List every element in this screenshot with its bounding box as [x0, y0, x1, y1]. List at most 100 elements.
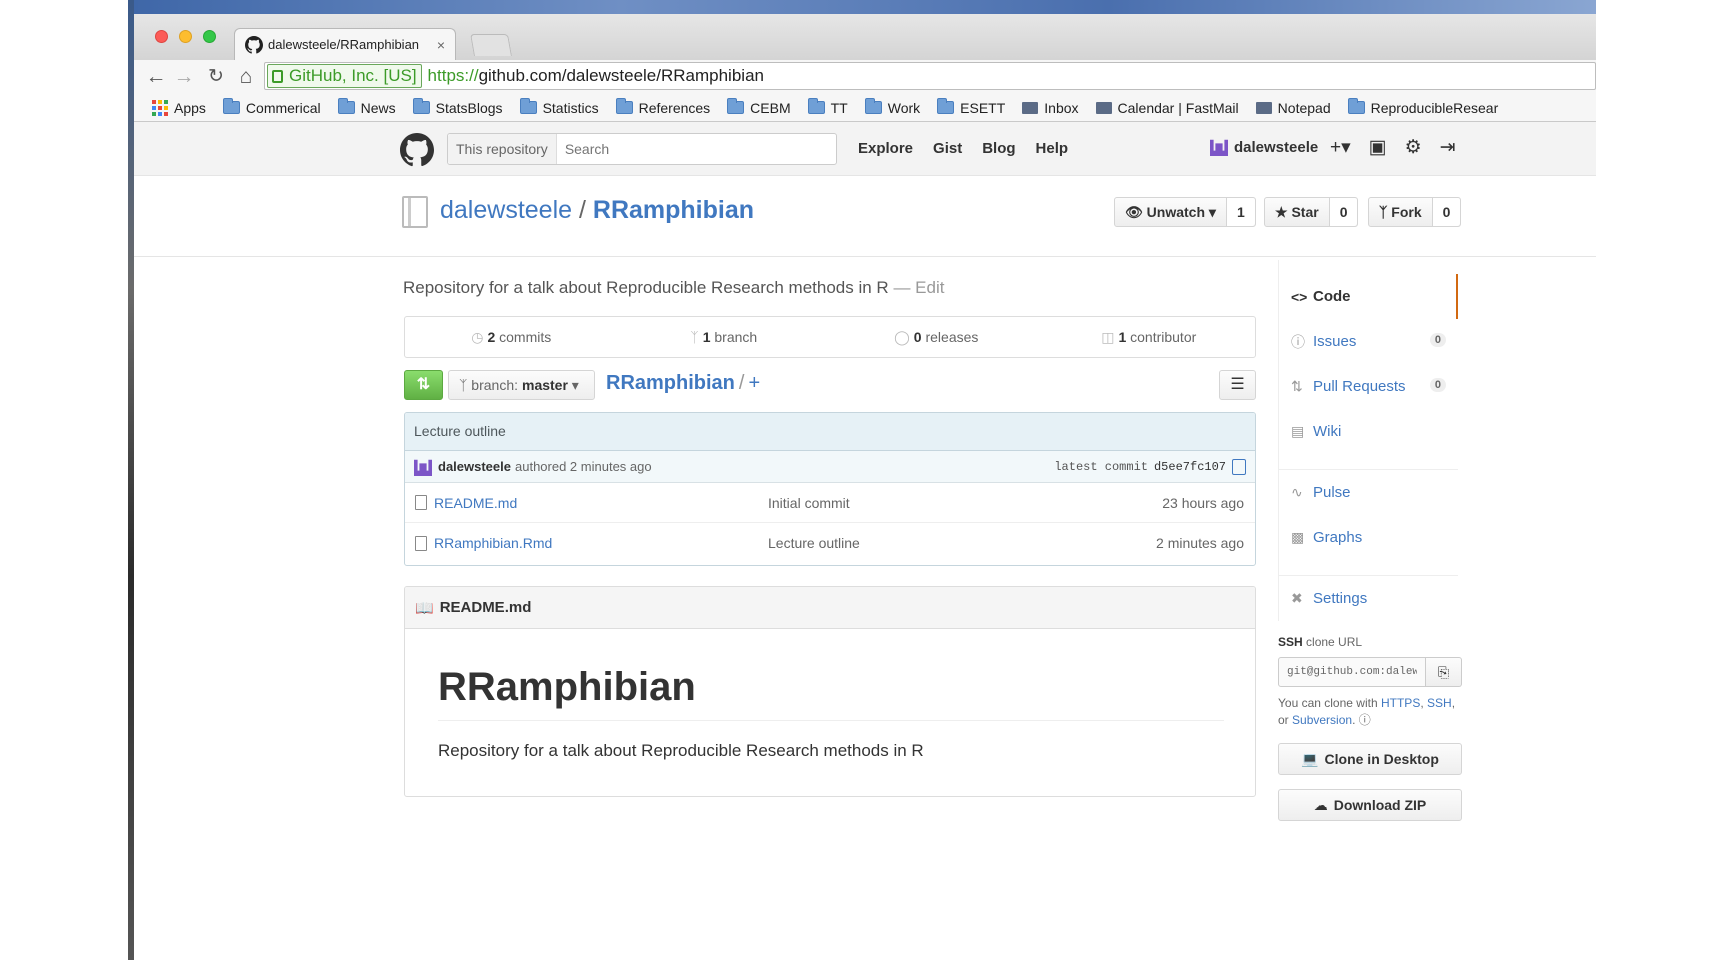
- clone-url-box: SSH clone URL ⎘ You can clone with HTTPS…: [1278, 635, 1462, 821]
- user-profile-link[interactable]: dalewsteele: [1210, 138, 1318, 156]
- window-maximize-button[interactable]: [203, 30, 216, 43]
- edit-description-link[interactable]: — Edit: [893, 278, 944, 297]
- bookmark-label: ReproducibleResear: [1370, 99, 1499, 116]
- browser-tab[interactable]: dalewsteele/RRamphibian ×: [234, 28, 456, 60]
- bookmark-esett[interactable]: ESETT: [937, 98, 1006, 116]
- bookmark-label: ESETT: [960, 99, 1006, 116]
- releases-link[interactable]: ◯ 0 releases: [830, 329, 1043, 346]
- back-arrow-icon[interactable]: ←: [144, 65, 168, 89]
- bookmark-statsblogs[interactable]: StatsBlogs: [412, 98, 503, 116]
- commit-meta: dalewsteele authored 2 minutes ago lates…: [405, 451, 1255, 483]
- clipboard-icon[interactable]: [1232, 458, 1246, 475]
- branch-select-menu[interactable]: ᛉ branch: master ▾: [448, 370, 595, 400]
- copy-to-clipboard-button[interactable]: ⎘: [1426, 657, 1462, 687]
- author-avatar[interactable]: [414, 458, 432, 476]
- star-button[interactable]: ★ Star 0: [1264, 197, 1359, 227]
- inbox-icon[interactable]: ▣: [1369, 136, 1387, 159]
- nav-gist[interactable]: Gist: [933, 140, 962, 157]
- repo-owner-link[interactable]: dalewsteele: [440, 196, 572, 224]
- file-commit-message-link[interactable]: Lecture outline: [768, 535, 1156, 551]
- reload-icon[interactable]: ↻: [204, 65, 228, 89]
- bookmark-cebm[interactable]: CEBM: [727, 98, 791, 116]
- new-file-plus-link[interactable]: +: [748, 372, 760, 394]
- pull-request-icon: ⇅: [1291, 378, 1303, 394]
- bookmark-news[interactable]: News: [337, 98, 396, 116]
- nav-help[interactable]: Help: [1036, 140, 1069, 157]
- commits-link[interactable]: ◷ 2 commits: [405, 329, 618, 346]
- gear-icon[interactable]: ⚙: [1405, 136, 1422, 159]
- nav-explore[interactable]: Explore: [858, 140, 913, 157]
- clone-https-link[interactable]: HTTPS: [1381, 696, 1420, 710]
- question-icon[interactable]: ⓘ: [1359, 713, 1371, 727]
- search-input[interactable]: [564, 141, 825, 157]
- sidebar-item-pull-requests[interactable]: ⇅ Pull Requests 0: [1279, 364, 1458, 409]
- bookmark-statistics[interactable]: Statistics: [519, 98, 599, 116]
- watch-label: Unwatch: [1146, 204, 1206, 220]
- path-separator: /: [578, 196, 586, 224]
- star-count[interactable]: 0: [1329, 198, 1358, 226]
- address-bar[interactable]: GitHub, Inc. [US] https://github.com/dal…: [264, 62, 1596, 90]
- cloud-download-icon: ☁: [1313, 796, 1328, 813]
- breadcrumb-root-link[interactable]: RRamphibian: [606, 372, 735, 394]
- home-icon[interactable]: ⌂: [234, 65, 258, 89]
- bookmark-commerical[interactable]: Commerical: [222, 98, 321, 116]
- tab-title: dalewsteele/RRamphibian: [268, 37, 420, 52]
- repo-nav: <> Code ⓘ Issues 0 ⇅ Pull Requests 0 ▤ Wiki ∿ P…: [1278, 260, 1458, 621]
- clone-in-desktop-button[interactable]: 💻 Clone in Desktop: [1278, 743, 1462, 775]
- sidebar-item-wiki[interactable]: ▤ Wiki: [1279, 409, 1458, 454]
- nav-blog[interactable]: Blog: [982, 140, 1015, 157]
- bookmark-inbox[interactable]: Inbox: [1022, 100, 1079, 116]
- bookmark-apps[interactable]: Apps: [152, 99, 206, 116]
- watch-count[interactable]: 1: [1226, 198, 1255, 226]
- folder-icon: [937, 98, 955, 114]
- breadcrumb: RRamphibian / +: [606, 372, 760, 395]
- file-commit-message-link[interactable]: Initial commit: [768, 495, 1162, 511]
- clone-url-input[interactable]: [1278, 657, 1426, 687]
- list-view-button[interactable]: ☰: [1219, 370, 1256, 400]
- sidebar-item-code[interactable]: <> Code: [1279, 274, 1458, 319]
- file-name-link[interactable]: RRamphibian.Rmd: [434, 535, 768, 551]
- tab-close-icon[interactable]: ×: [437, 37, 445, 53]
- repo-name-link[interactable]: RRamphibian: [593, 196, 754, 224]
- file-navigation: ⇅ ᛉ branch: master ▾ RRamphibian / + ☰: [404, 370, 1256, 400]
- sidebar-item-issues[interactable]: ⓘ Issues 0: [1279, 319, 1458, 364]
- repo-search-box[interactable]: This repository: [447, 133, 837, 165]
- window-minimize-button[interactable]: [179, 30, 192, 43]
- clone-subversion-link[interactable]: Subversion: [1292, 713, 1352, 727]
- bookmark-work[interactable]: Work: [864, 98, 920, 116]
- file-name-link[interactable]: README.md: [434, 495, 768, 511]
- clone-ssh-link[interactable]: SSH: [1427, 696, 1452, 710]
- contributors-link[interactable]: ◫ 1 contributor: [1043, 329, 1256, 346]
- sign-out-icon[interactable]: ⇥: [1440, 136, 1456, 159]
- octocat-logo-icon[interactable]: [400, 133, 434, 167]
- new-tab-button[interactable]: [470, 34, 512, 56]
- contributor-label: contributor: [1130, 328, 1197, 345]
- branches-link[interactable]: ᛉ1 branch: [618, 329, 831, 345]
- history-icon: ◷: [471, 328, 484, 345]
- sidebar-item-settings[interactable]: ✖ Settings: [1279, 576, 1458, 621]
- fork-count[interactable]: 0: [1432, 198, 1461, 226]
- commit-message-link[interactable]: Lecture outline: [405, 413, 1255, 451]
- bookmark-reproducible[interactable]: ReproducibleResear: [1347, 98, 1499, 116]
- sidebar-item-graphs[interactable]: ▩ Graphs: [1279, 515, 1458, 560]
- compare-review-button[interactable]: ⇅: [404, 370, 443, 400]
- ev-certificate-badge[interactable]: GitHub, Inc. [US]: [267, 64, 422, 88]
- username: dalewsteele: [1234, 138, 1319, 156]
- bookmark-references[interactable]: References: [615, 98, 710, 116]
- forward-arrow-icon[interactable]: →: [172, 65, 196, 89]
- bookmark-calendar[interactable]: Calendar | FastMail: [1095, 100, 1239, 116]
- commit-sha-link[interactable]: d5ee7fc107: [1154, 460, 1226, 474]
- sidebar-item-pulse[interactable]: ∿ Pulse: [1279, 470, 1458, 515]
- window-close-button[interactable]: [155, 30, 168, 43]
- readme-paragraph: Repository for a talk about Reproducible…: [438, 741, 924, 760]
- fork-button[interactable]: ᛉ Fork 0: [1368, 197, 1462, 227]
- create-new-plus-icon[interactable]: +▾: [1330, 136, 1351, 159]
- bookmark-notepad[interactable]: Notepad: [1255, 100, 1331, 116]
- bookmark-tt[interactable]: TT: [807, 98, 848, 116]
- commit-author-link[interactable]: dalewsteele: [438, 459, 511, 474]
- download-zip-button[interactable]: ☁ Download ZIP: [1278, 789, 1462, 821]
- unwatch-button[interactable]: 👁 Unwatch ▾ 1: [1114, 197, 1256, 227]
- browser-window: dalewsteele/RRamphibian × ← → ↻ ⌂ GitHub…: [134, 14, 1596, 960]
- download-zip-label: Download ZIP: [1333, 797, 1427, 813]
- url-text: https://github.com/dalewsteele/RRamphibi…: [428, 66, 764, 86]
